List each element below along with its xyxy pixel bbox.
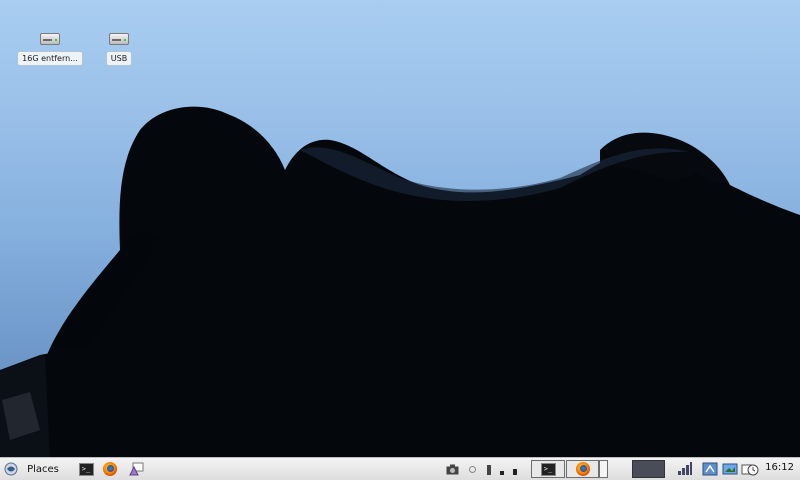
panel-clock[interactable]: 16:12 xyxy=(765,462,794,473)
desktop-icon-usb[interactable]: USB xyxy=(84,30,154,66)
wallpaper-silhouette xyxy=(0,106,800,457)
task-empty[interactable] xyxy=(599,460,608,478)
firefox-icon xyxy=(575,462,590,476)
places-menu[interactable]: Places xyxy=(26,461,60,477)
display-icon[interactable] xyxy=(721,461,739,477)
screenshot-icon[interactable] xyxy=(445,461,459,477)
firefox-launcher[interactable] xyxy=(102,461,118,477)
network-manager-icon[interactable] xyxy=(701,461,719,477)
firefox-icon xyxy=(103,462,117,476)
clock-settings-icon[interactable] xyxy=(740,461,760,477)
task-firefox[interactable] xyxy=(566,460,599,478)
drive-icon xyxy=(40,30,60,45)
signal-strength-icon[interactable] xyxy=(676,461,694,477)
display-settings-launcher[interactable] xyxy=(128,461,144,477)
terminal-launcher[interactable]: >_ xyxy=(78,461,94,477)
desktop: 16G entfern... USB xyxy=(0,0,800,457)
desktop-icon-drive[interactable]: 16G entfern... xyxy=(15,30,85,66)
display-settings-icon xyxy=(128,462,143,476)
bottom-panel: Places >_ >_ 16:12 xyxy=(0,457,800,480)
debian-menu-icon[interactable] xyxy=(3,461,19,477)
workspace-switcher[interactable] xyxy=(632,460,665,478)
usb-drive-icon xyxy=(109,30,129,45)
desktop-icon-label: 16G entfern... xyxy=(17,51,83,66)
terminal-icon: >_ xyxy=(78,462,94,476)
terminal-icon: >_ xyxy=(540,462,556,476)
network-icon[interactable] xyxy=(466,461,478,477)
volume-icon[interactable] xyxy=(484,461,518,477)
desktop-icon-label: USB xyxy=(105,51,133,66)
task-terminal[interactable]: >_ xyxy=(531,460,565,478)
